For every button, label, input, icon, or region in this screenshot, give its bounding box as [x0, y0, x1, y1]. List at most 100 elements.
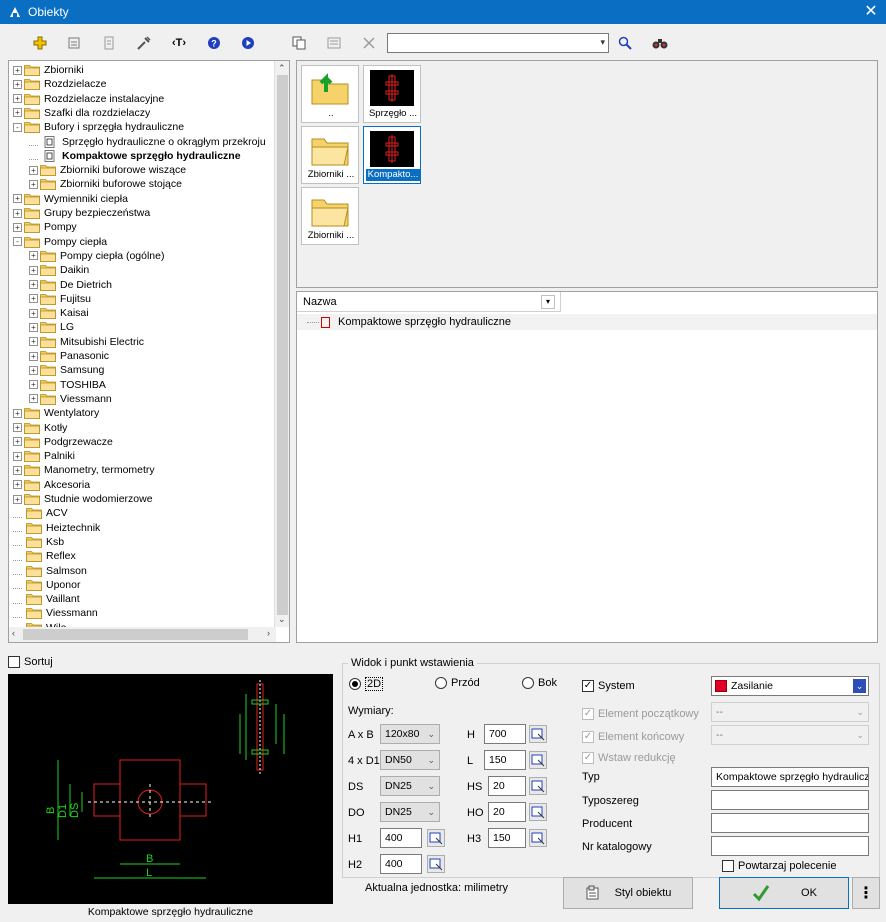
pick-point-icon[interactable] — [427, 829, 445, 847]
tree-item[interactable]: Sprzęgło hydrauliczne o okrągłym przekro… — [29, 135, 266, 149]
thumbnail-item[interactable]: Zbiorniki ... — [301, 126, 359, 184]
h1-input[interactable]: 400 — [380, 828, 422, 848]
search-combo[interactable]: ▾ — [387, 33, 609, 53]
checkbox-box[interactable]: ✓ — [582, 752, 594, 764]
tree-item[interactable]: Uponor — [13, 578, 80, 592]
expand-icon[interactable]: + — [13, 437, 22, 447]
copy-icon[interactable] — [289, 33, 309, 53]
category-tree[interactable]: + Zbiorniki + Rozdzielacze + Rozdzielacze ins… — [8, 60, 290, 643]
typoszereg-input[interactable] — [711, 790, 869, 810]
document-icon[interactable] — [99, 33, 119, 53]
tree-item[interactable]: + Palniki — [13, 449, 75, 463]
h-input[interactable]: 700 — [484, 724, 526, 744]
delete-icon[interactable] — [359, 33, 379, 53]
scroll-up-icon[interactable]: ⌃ — [278, 63, 286, 74]
tree-item[interactable]: + Rozdzielacze — [13, 77, 106, 91]
l-input[interactable]: 150 — [484, 750, 526, 770]
typ-input[interactable]: Kompaktowe sprzęgło hydrauliczne — [711, 767, 869, 787]
pick-point-icon[interactable] — [529, 777, 547, 795]
tree-item[interactable]: Ksb — [13, 535, 64, 549]
expand-icon[interactable]: + — [29, 380, 38, 390]
tree-horizontal-scrollbar[interactable]: ‹ › — [9, 627, 276, 642]
element-start-select[interactable]: -- ⌄ — [711, 702, 869, 722]
sort-checkbox[interactable]: Sortuj — [8, 656, 53, 668]
tree-vertical-scrollbar[interactable]: ⌃ ⌄ — [274, 61, 289, 627]
expand-icon[interactable]: + — [13, 194, 22, 204]
scroll-thumb-horizontal[interactable] — [23, 629, 248, 640]
thumbnail-item[interactable]: Zbiorniki ... — [301, 187, 359, 245]
catalog-input[interactable] — [711, 836, 869, 856]
collapse-icon[interactable]: - — [13, 122, 22, 132]
expand-icon[interactable]: + — [13, 494, 22, 504]
tree-item[interactable]: + Akcesoria — [13, 478, 90, 492]
tree-item[interactable]: + LG — [29, 320, 74, 334]
tree-item[interactable]: Kompaktowe sprzęgło hydrauliczne — [29, 149, 241, 163]
binoculars-icon[interactable] — [650, 33, 670, 53]
element-end-checkbox[interactable]: ✓ Element końcowy — [582, 731, 684, 743]
repeat-checkbox[interactable]: Powtarzaj polecenie — [722, 860, 836, 872]
pick-point-icon[interactable] — [529, 751, 547, 769]
list-item[interactable]: Kompaktowe sprzęgło hydrauliczne — [297, 314, 877, 330]
tree-item[interactable]: + Mitsubishi Electric — [29, 335, 144, 349]
expand-icon[interactable]: + — [13, 94, 22, 104]
expand-icon[interactable]: + — [29, 280, 38, 289]
h2-input[interactable]: 400 — [380, 854, 422, 874]
ho-input[interactable]: 20 — [488, 802, 526, 822]
tree-item[interactable]: + Samsung — [29, 363, 104, 377]
chevron-down-icon[interactable]: ⌄ — [853, 679, 866, 693]
expand-icon[interactable]: + — [29, 351, 38, 361]
checkbox-box[interactable]: ✓ — [582, 680, 594, 692]
expand-icon[interactable]: + — [29, 165, 38, 175]
radio-front[interactable]: Przód — [435, 677, 480, 689]
expand-icon[interactable]: + — [29, 365, 38, 375]
tree-item[interactable]: + De Dietrich — [29, 278, 112, 292]
tree-item[interactable]: + Pompy — [13, 220, 77, 234]
tree-item[interactable]: - Pompy ciepła — [13, 235, 107, 249]
checkbox-box[interactable] — [722, 860, 734, 872]
tree-item[interactable]: ACV — [13, 506, 68, 520]
tree-item[interactable]: + Zbiorniki — [13, 63, 84, 77]
expand-icon[interactable]: + — [13, 408, 22, 418]
chevron-down-icon[interactable]: ▾ — [600, 37, 605, 48]
radio-button[interactable] — [435, 677, 447, 689]
expand-icon[interactable]: + — [13, 222, 22, 232]
expand-icon[interactable]: + — [29, 308, 38, 318]
element-start-checkbox[interactable]: ✓ Element początkowy — [582, 708, 699, 720]
expand-icon[interactable]: + — [13, 423, 22, 432]
tree-item[interactable]: + Panasonic — [29, 349, 109, 363]
scroll-left-icon[interactable]: ‹ — [12, 628, 15, 638]
scroll-down-icon[interactable]: ⌄ — [278, 614, 286, 625]
tree-item[interactable]: + Wentylatory — [13, 406, 99, 420]
add-object-icon[interactable] — [30, 33, 50, 53]
tree-item[interactable]: + Viessmann — [29, 392, 112, 406]
radio-button[interactable] — [349, 678, 361, 690]
expand-icon[interactable]: + — [29, 179, 38, 189]
radio-button[interactable] — [522, 677, 534, 689]
tree-item[interactable]: + Podgrzewacze — [13, 435, 113, 449]
tree-item[interactable]: Heiztechnik — [13, 521, 100, 535]
hs-input[interactable]: 20 — [488, 776, 526, 796]
radio-side[interactable]: Bok — [522, 677, 557, 689]
d1-select[interactable]: DN50 ⌄ — [380, 750, 440, 770]
pick-point-icon[interactable] — [529, 803, 547, 821]
expand-icon[interactable]: + — [29, 322, 38, 332]
thumbnail-item-selected[interactable]: Kompakto... — [363, 126, 421, 184]
h3-input[interactable]: 150 — [488, 828, 526, 848]
tree-item[interactable]: Vaillant — [13, 592, 80, 606]
tree-item[interactable]: - Bufory i sprzęgła hydrauliczne — [13, 120, 184, 134]
expand-icon[interactable]: + — [29, 394, 38, 404]
tree-item[interactable]: + Grupy bezpieczeństwa — [13, 206, 150, 220]
system-select[interactable]: Zasilanie ⌄ — [711, 676, 869, 696]
do-select[interactable]: DN25 ⌄ — [380, 802, 440, 822]
pick-point-icon[interactable] — [529, 725, 547, 743]
more-options-button[interactable]: ⋮ — [852, 877, 880, 909]
expand-icon[interactable]: + — [13, 79, 22, 89]
element-end-select[interactable]: -- ⌄ — [711, 725, 869, 745]
text-icon[interactable]: ‹T› — [169, 33, 189, 53]
axb-select[interactable]: 120x80 ⌄ — [380, 724, 440, 744]
tree-item[interactable]: + Manometry, termometry — [13, 463, 155, 477]
scroll-thumb[interactable] — [277, 75, 288, 615]
tree-item[interactable]: + Kaisai — [29, 306, 89, 320]
checkbox-box[interactable]: ✓ — [582, 731, 594, 743]
expand-icon[interactable]: + — [13, 108, 22, 118]
